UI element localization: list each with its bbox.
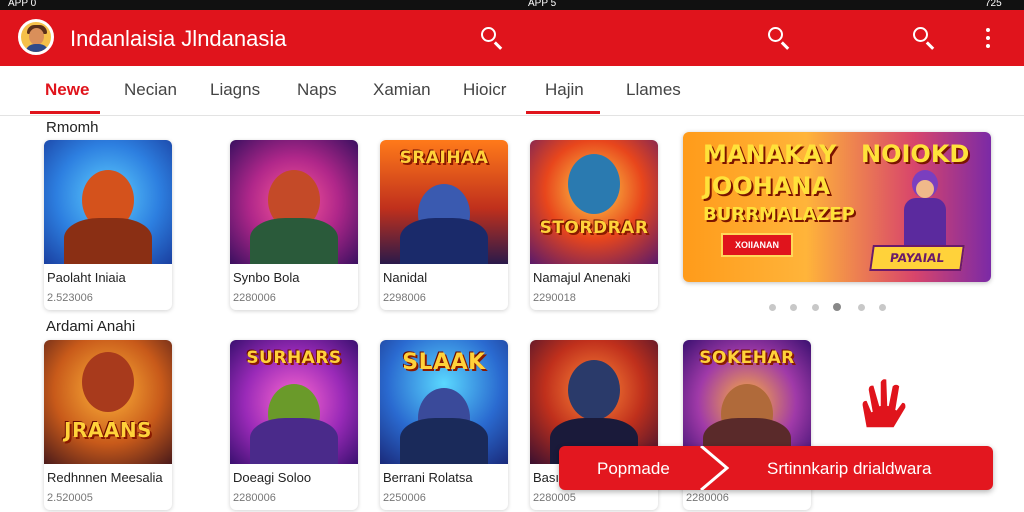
game-meta: 2280005 [533,492,576,504]
game-meta: 2280006 [233,292,276,304]
tab-hajin[interactable]: Hajin [545,80,584,100]
game-logo: JRAANS [64,418,152,442]
pointer-hand-icon [861,377,907,429]
status-right: 725 [985,0,1002,9]
game-thumbnail [230,140,358,264]
game-card[interactable]: SLAAK Berrani Rolatsa 2250006 [380,340,508,510]
carousel-dot[interactable] [769,304,776,311]
game-logo: SLAAK [402,350,486,375]
tab-naps[interactable]: Naps [297,80,337,100]
category-tabs: Newe Necian Liagns Naps Xamian Hioicr Ha… [0,66,1024,116]
status-left: APP 0 [8,0,37,9]
game-meta: 2.520005 [47,492,93,504]
game-logo: SOKEHAR [699,348,795,368]
more-options-icon[interactable] [974,24,1002,52]
game-thumbnail: SRAIHAA [380,140,508,264]
banner-button[interactable]: XOIIANAN [721,233,793,257]
avatar[interactable] [18,19,54,55]
game-name: Nanidal [383,270,428,285]
section-title: Ardami Anahi [46,318,136,335]
game-name: Synbo Bola [233,270,300,285]
game-thumbnail: STORDRAR [530,140,658,264]
tab-necian[interactable]: Necian [124,80,177,100]
game-meta: 2298006 [383,292,426,304]
game-meta: 2280006 [233,492,276,504]
tab-xamian[interactable]: Xamian [373,80,431,100]
tab-hioicr[interactable]: Hioicr [463,80,506,100]
banner-line: BURRMALAZEP [703,204,855,225]
tab-liagns[interactable]: Liagns [210,80,260,100]
popup-right-label[interactable]: Srtinnkarip drialdwara [767,459,931,479]
banner-line: MANAKAY [703,140,837,168]
game-name: Bası [533,470,560,485]
status-bar: APP 0 APP 5 725 [0,0,1024,10]
game-card[interactable]: SRAIHAA Nanidal 2298006 [380,140,508,310]
game-card[interactable]: Synbo Bola 2280006 [230,140,358,310]
game-card[interactable]: Paolaht Iniaia 2.523006 [44,140,172,310]
carousel-dot[interactable] [812,304,819,311]
banner-line: NOIOKD [861,140,970,168]
tab-indicator [30,111,100,114]
search-icon[interactable] [765,24,793,52]
game-name: Paolaht Iniaia [47,270,126,285]
game-name: Berrani Rolatsa [383,470,473,485]
game-thumbnail: SURHARS [230,340,358,464]
game-name: Doeagi Soloo [233,470,312,485]
banner-line: JOOHANA [703,172,831,200]
game-card[interactable]: STORDRAR Namajul Anenaki 2290018 [530,140,658,310]
game-card[interactable]: JRAANS Redhnnen Meesalia 2.520005 [44,340,172,510]
game-name: Redhnnen Meesalia [47,470,163,485]
game-name: Namajul Anenaki [533,270,631,285]
section-title: Rmomh [46,119,99,136]
tab-llames[interactable]: Llames [626,80,681,100]
action-popup[interactable]: Popmade Srtinnkarip drialdwara [559,446,993,490]
carousel-dot[interactable] [879,304,886,311]
game-meta: 2290018 [533,292,576,304]
banner-sub-logo: PAYAIAL [869,245,965,271]
carousel-dot[interactable] [790,304,797,311]
game-logo: SRAIHAA [399,148,489,168]
search-icon[interactable] [478,24,506,52]
game-meta: 2.523006 [47,292,93,304]
game-card[interactable]: SURHARS Doeagi Soloo 2280006 [230,340,358,510]
featured-banner[interactable]: MANAKAY NOIOKD JOOHANA BURRMALAZEP XOIIA… [683,132,991,282]
popup-left-label[interactable]: Popmade [597,459,670,479]
app-bar: Indanlaisia Jlndanasia [0,10,1024,66]
game-thumbnail: SLAAK [380,340,508,464]
game-thumbnail: JRAANS [44,340,172,464]
status-mid: APP 5 [528,0,557,9]
carousel-dot-active[interactable] [833,303,841,311]
app-title: Indanlaisia Jlndanasia [70,26,287,51]
game-meta: 2280006 [686,492,729,504]
game-logo: STORDRAR [539,218,649,238]
game-thumbnail [44,140,172,264]
tab-indicator [526,111,600,114]
game-logo: SURHARS [246,348,342,368]
chevron-right-icon [700,446,729,490]
tab-newe[interactable]: Newe [45,80,89,100]
game-meta: 2250006 [383,492,426,504]
carousel-dot[interactable] [858,304,865,311]
search-icon[interactable] [910,24,938,52]
